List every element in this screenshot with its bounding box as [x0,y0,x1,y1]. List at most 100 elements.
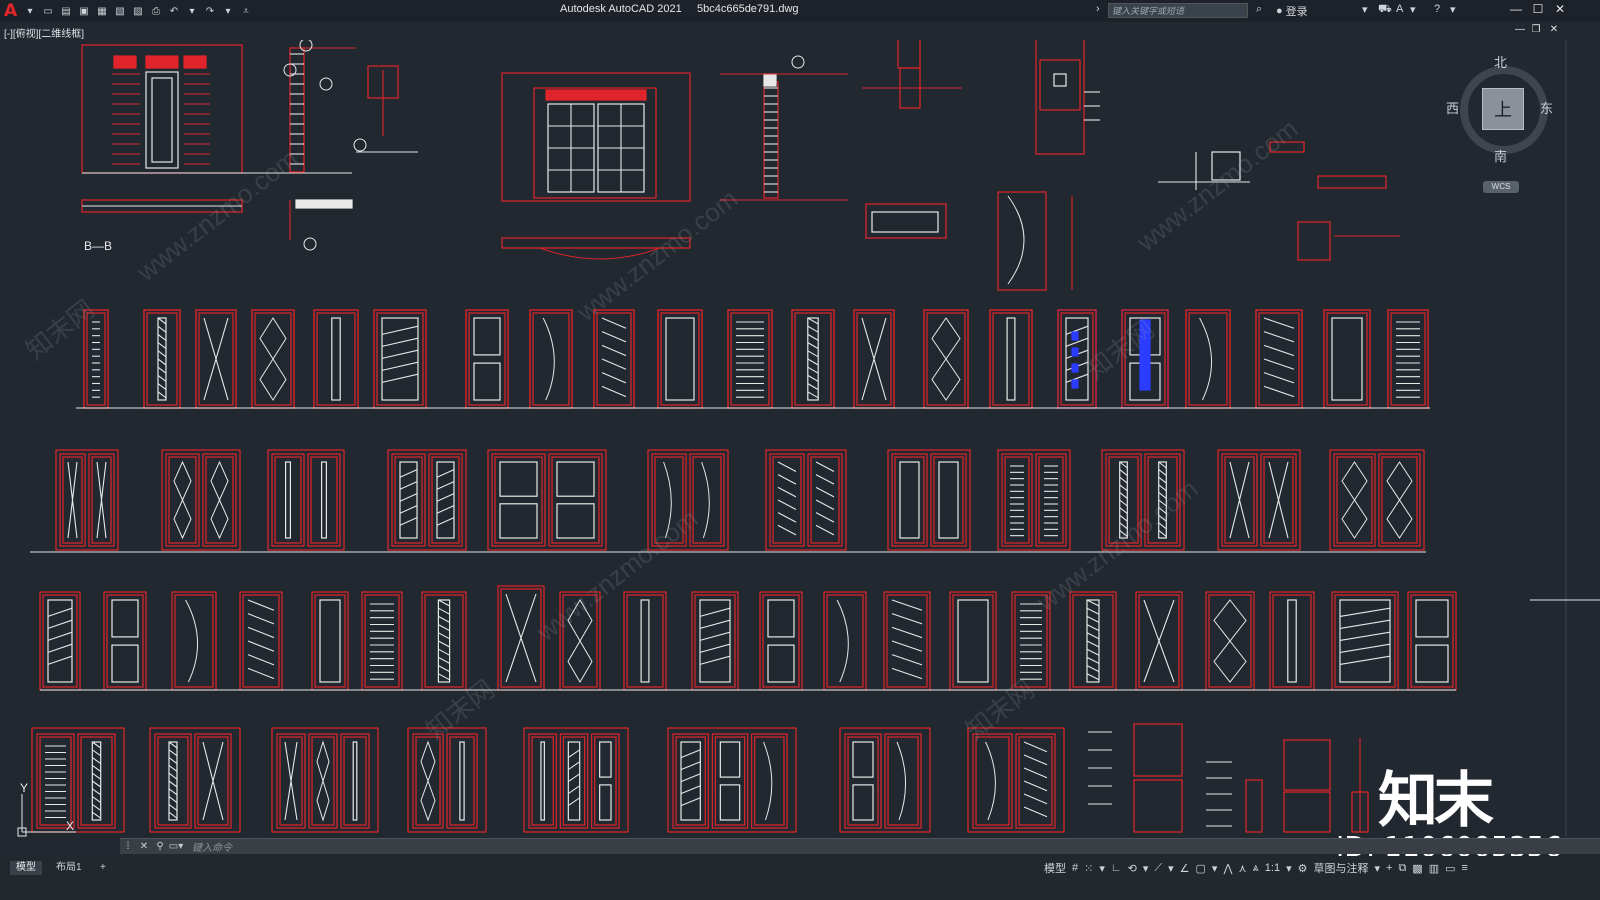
search-input[interactable]: 键入关键字或短语 [1108,3,1248,18]
menu-dropdown-icon[interactable]: ▾ [22,3,38,19]
door-elevation [438,599,450,607]
door-elevation [1158,469,1167,477]
command-handle-icon[interactable]: ⁞ [120,841,136,852]
redo-icon[interactable]: ↷ [202,3,218,19]
isodraft-icon[interactable]: ⟋ [1154,862,1162,875]
help-icon[interactable]: ? [1434,3,1440,15]
polar-dropdown-icon[interactable]: ▾ [1143,862,1149,875]
print-icon[interactable]: ⎙ [148,3,164,19]
command-input[interactable]: 键入命令 [192,839,232,854]
login-button[interactable]: ● 登录 [1276,3,1308,19]
viewport-restore-icon[interactable]: ❐ [1526,24,1546,35]
redo-dropdown-icon[interactable]: ▾ [220,3,236,19]
door-elevation [1272,594,1312,688]
ortho-icon[interactable]: ∟ [1111,862,1122,874]
viewport-label[interactable]: [-][俯视][二维线框] [4,25,84,40]
drawing-canvas[interactable]: B—B [0,40,1600,836]
compass-north[interactable]: 北 [1494,52,1507,71]
undo-dropdown-icon[interactable]: ▾ [184,3,200,19]
door-elevation [1023,754,1048,766]
door-elevation [949,591,997,691]
units-icon[interactable]: ⧉ [1398,862,1406,875]
close-icon[interactable]: ✕ [1550,2,1570,16]
maximize-icon[interactable]: ☐ [1528,2,1548,16]
compass-south[interactable]: 南 [1494,146,1507,165]
a360-dropdown-icon[interactable]: ▾ [1410,3,1416,16]
autoscale-icon[interactable]: ⋏ [1238,862,1246,875]
app-name: Autodesk AutoCAD 2021 [560,3,682,15]
door-elevation [459,741,465,821]
a360-icon[interactable]: A [1396,3,1403,15]
save-web-icon[interactable]: ▨ [130,3,146,19]
osnap-dropdown-icon[interactable]: ▾ [1212,862,1218,875]
door-elevation [542,317,555,401]
annotation-scale-value[interactable]: 1:1 [1265,862,1280,874]
cart-icon[interactable]: ⛟ [1378,3,1392,17]
door-elevation [1023,780,1048,792]
login-dropdown-icon[interactable]: ▾ [1362,3,1368,16]
scale-dropdown-icon[interactable]: ▾ [1286,862,1292,875]
door-elevation [111,599,139,638]
annotation-scale-icon[interactable]: ⩓ [1253,862,1259,875]
door-elevation [80,736,113,826]
detail-elevation [113,55,137,69]
drawing-svg[interactable]: B—B [0,40,1600,836]
save-icon[interactable]: ▣ [76,3,92,19]
compass-west[interactable]: 西 [1446,98,1459,117]
customization-icon[interactable]: ≡ [1462,862,1468,874]
workspace-dropdown-icon[interactable]: ▾ [1374,862,1380,875]
viewcube-face-top[interactable]: 上 [1482,88,1524,130]
help-dropdown-icon[interactable]: ▾ [1450,3,1456,16]
door-elevation [146,312,178,406]
viewcube[interactable]: 上 北 南 西 东 [1446,55,1562,168]
door-elevation [1119,507,1128,515]
door-elevation [424,594,464,688]
door-elevation [1119,476,1128,484]
open-web-icon[interactable]: ▧ [112,3,128,19]
open-folder-icon[interactable]: ▤ [58,3,74,19]
grid-icon[interactable]: # [1072,862,1078,874]
undo-icon[interactable]: ↶ [166,3,182,19]
autocad-logo[interactable]: A [4,1,20,21]
tab-layout1[interactable]: 布局1 [50,861,88,875]
door-elevation [1119,499,1128,507]
compass-east[interactable]: 东 [1540,98,1553,117]
cabinet-elevation [446,733,478,829]
hardware-acceleration-icon[interactable]: ▥ [1429,862,1439,875]
double-door-elevation [769,453,805,547]
new-file-icon[interactable]: ▭ [40,3,56,19]
minimize-icon[interactable]: — [1506,2,1526,16]
customize-toolbar-icon[interactable]: ⩡ [238,3,254,19]
door-elevation [807,391,819,399]
quick-properties-icon[interactable]: ▩ [1412,862,1422,875]
isodraft-dropdown-icon[interactable]: ▾ [1168,862,1174,875]
annotation-monitor-icon[interactable]: + [1386,862,1392,874]
snap-icon[interactable]: ⁙ [1084,862,1093,875]
osnap-icon[interactable]: ▢ [1196,862,1206,875]
command-close-icon[interactable]: ✕ [136,841,152,852]
save-as-icon[interactable]: ▦ [94,3,110,19]
door-elevation [807,374,819,382]
title-bar: A ▾ ▭ ▤ ▣ ▦ ▧ ▨ ⎙ ↶ ▾ ↷ ▾ ⩡ Autodesk Aut… [0,0,1600,22]
search-expand-icon[interactable]: › [1096,3,1100,15]
search-icon[interactable]: ⌕ [1256,3,1262,16]
door-elevation [399,493,418,502]
snap-dropdown-icon[interactable]: ▾ [1099,862,1105,875]
command-line[interactable]: ⁞ ✕ ⚲ ▭▾ 键入命令 [120,838,1600,854]
door-elevation [952,594,994,688]
door-elevation [247,613,275,625]
polar-icon[interactable]: ⟲ [1128,862,1137,875]
osnap-tracking-icon[interactable]: ∠ [1180,862,1190,875]
workspace-gear-icon[interactable]: ⚙ [1298,862,1308,875]
wcs-menu[interactable]: WCS [1483,181,1519,193]
command-settings-icon[interactable]: ⚲ [152,841,168,852]
clean-screen-icon[interactable]: ▭ [1445,862,1455,875]
add-layout-button[interactable]: + [94,861,112,875]
model-space-button[interactable]: 模型 [1044,860,1066,876]
command-recent-icon[interactable]: ▭▾ [168,841,184,852]
workspace-label[interactable]: 草图与注释 [1313,860,1368,876]
annotation-visibility-icon[interactable]: ⋀ [1223,862,1232,875]
door-elevation [730,312,770,406]
viewport-close-icon[interactable]: ✕ [1544,24,1564,35]
tab-model[interactable]: 模型 [10,861,42,875]
